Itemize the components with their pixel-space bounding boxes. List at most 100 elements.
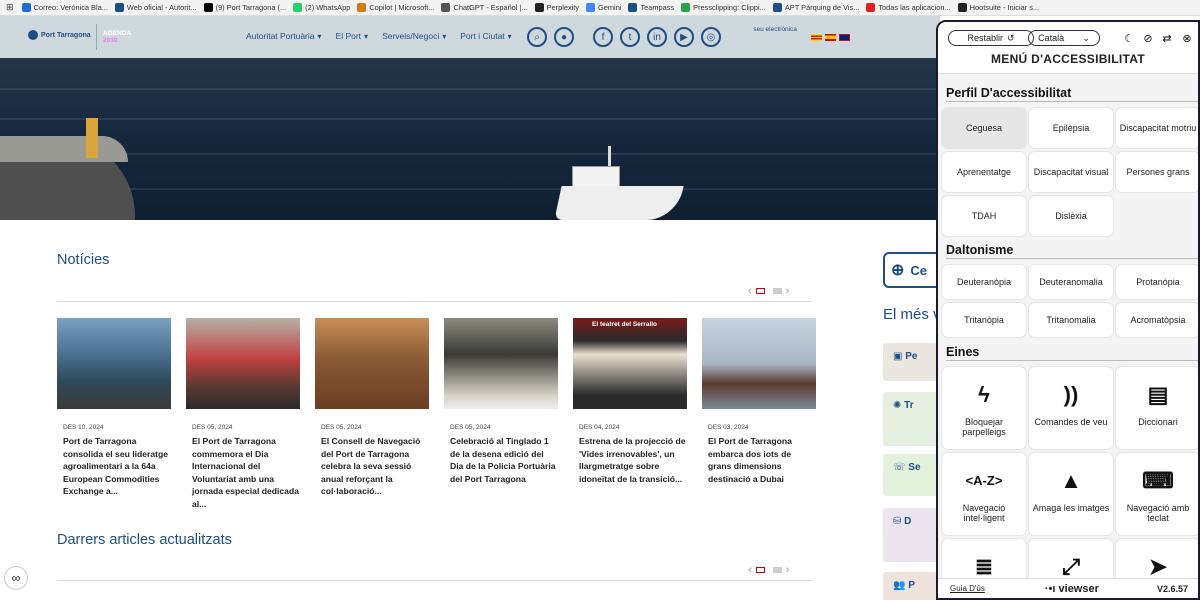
tool-bloquejar[interactable]: ϟ Bloquejar parpelleigs: [942, 367, 1026, 449]
next-arrow-icon[interactable]: ›: [786, 564, 790, 576]
bookmark-label: ChatGPT - Español |...: [453, 3, 528, 12]
news-image[interactable]: [702, 318, 816, 409]
bookmarks-bar: ⊞ Correo: Verónica Bla... Web oficial - A…: [0, 0, 1200, 16]
tool-diccionari[interactable]: ▤ Diccionari: [1116, 367, 1198, 449]
catalan-flag-icon[interactable]: [811, 34, 822, 41]
bookmark[interactable]: Web oficial - Autorit...: [114, 3, 197, 12]
profile-aprenentatge[interactable]: Aprenentatge: [942, 152, 1026, 192]
linkedin-icon[interactable]: in: [647, 27, 667, 47]
voice-icon: )): [1063, 382, 1079, 407]
nav-el-port[interactable]: El Port: [336, 31, 369, 41]
accessibility-toggle-icon[interactable]: ∞: [4, 566, 28, 590]
news-date: DES 05, 2024: [450, 424, 491, 431]
bookmark[interactable]: Todas las aplicacion...: [866, 3, 951, 12]
sidebar-item-se[interactable]: ☏ Se: [883, 454, 943, 496]
color-acromatopsia[interactable]: Acromatòpsia: [1116, 303, 1198, 337]
next-arrow-icon[interactable]: ›: [786, 285, 790, 297]
port-logo[interactable]: Port Tarragona: [28, 30, 91, 40]
el-mes-visitat-heading: El més v: [883, 306, 941, 323]
nav-port-ciutat[interactable]: Port i Ciutat: [460, 31, 511, 41]
bookmark[interactable]: APT Pàrquing de Vis...: [772, 3, 859, 12]
nav-autoritat[interactable]: Autoritat Portuària: [246, 31, 322, 41]
uk-flag-icon[interactable]: [839, 34, 850, 41]
panel-title: MENÚ D'ACCESSIBILITAT: [990, 52, 1146, 66]
agenda-2030-logo[interactable]: AGENDA 2030: [96, 24, 152, 50]
bookmark[interactable]: (2) WhatsApp: [293, 3, 350, 12]
bookmark[interactable]: (9) Port Tarragona (...: [203, 3, 286, 12]
bookmark-label: Teampass: [640, 3, 675, 12]
news-image[interactable]: [444, 318, 558, 409]
close-icon[interactable]: ⊗: [1180, 31, 1194, 45]
profile-dislexia[interactable]: Dislèxia: [1029, 196, 1113, 236]
news-title[interactable]: Estrena de la projecció de 'Vides irreno…: [579, 435, 687, 485]
color-protanopia[interactable]: Protanòpia: [1116, 265, 1198, 299]
profile-persones-grans[interactable]: Persones grans: [1116, 152, 1198, 192]
news-title[interactable]: El Port de Tarragona embarca dos iots de…: [708, 435, 816, 485]
twitter-icon[interactable]: t: [620, 27, 640, 47]
language-select[interactable]: Català ⌄: [1028, 30, 1100, 46]
news-title[interactable]: El Consell de Navegació del Port de Tarr…: [321, 435, 429, 498]
news-image[interactable]: El teatret del Serrallo: [573, 318, 687, 409]
sidebar-item-d[interactable]: ⛁ D: [883, 508, 943, 562]
sidebar-item-pe[interactable]: ▣ Pe: [883, 343, 943, 381]
pager-dot[interactable]: [772, 288, 782, 294]
sidebar-item-p[interactable]: 👥 P: [883, 572, 943, 600]
bookmark[interactable]: Hootsuite - Iniciar s...: [957, 3, 1039, 12]
eye-off-icon[interactable]: ⊘: [1141, 31, 1155, 45]
nav-serveis[interactable]: Serveis/Negoci: [382, 31, 446, 41]
swap-icon[interactable]: ⇄: [1160, 31, 1174, 45]
news-card[interactable]: DES 05, 2024 Celebració al Tinglado 1 de…: [444, 318, 558, 485]
tool-comandes-veu[interactable]: )) Comandes de veu: [1029, 367, 1113, 449]
news-title[interactable]: El Port de Tarragona commemora el Dia In…: [192, 435, 300, 511]
color-deuteranomalia[interactable]: Deuteranomalia: [1029, 265, 1113, 299]
news-title[interactable]: Port de Tarragona consolida el seu lider…: [63, 435, 171, 498]
prev-arrow-icon[interactable]: ‹: [748, 564, 752, 576]
news-image[interactable]: [57, 318, 171, 409]
news-image[interactable]: [315, 318, 429, 409]
pager-dot-active[interactable]: [755, 567, 765, 573]
color-tritanomalia[interactable]: Tritanomalia: [1029, 303, 1113, 337]
bookmark[interactable]: Correo: Verónica Bla...: [21, 3, 108, 12]
profile-ceguesa[interactable]: Ceguesa: [942, 108, 1026, 148]
spanish-flag-icon[interactable]: [825, 34, 836, 41]
profile-epilepsia[interactable]: Epilèpsia: [1029, 108, 1113, 148]
news-image[interactable]: [186, 318, 300, 409]
bookmark[interactable]: Gemini: [586, 3, 621, 12]
news-card[interactable]: El teatret del Serrallo DES 04, 2024 Est…: [573, 318, 687, 485]
prev-arrow-icon[interactable]: ‹: [748, 285, 752, 297]
instagram-icon[interactable]: ◎: [701, 27, 721, 47]
pager-dot[interactable]: [772, 567, 782, 573]
profile-visual[interactable]: Discapacitat visual: [1029, 152, 1113, 192]
bookmark[interactable]: Teampass: [628, 3, 674, 12]
tool-amaga-imatges[interactable]: ▲ Amaga les imatges: [1029, 453, 1113, 535]
a-z-icon: <A-Z>: [965, 473, 1003, 488]
news-card[interactable]: DES 10, 2024 Port de Tarragona consolida…: [57, 318, 171, 498]
color-tritanopia[interactable]: Tritanòpia: [942, 303, 1026, 337]
sidebar-item-tr[interactable]: ✺ Tr: [883, 392, 943, 446]
pager-dot-active[interactable]: [755, 288, 765, 294]
tool-navegacio-teclat[interactable]: ⌨ Navegació amb teclat: [1116, 453, 1198, 535]
news-card[interactable]: DES 05, 2024 El Consell de Navegació del…: [315, 318, 429, 498]
profile-motriu[interactable]: Discapacitat motriu: [1116, 108, 1198, 148]
color-deuteranopia[interactable]: Deuteranòpia: [942, 265, 1026, 299]
profile-tdah[interactable]: TDAH: [942, 196, 1026, 236]
reset-button[interactable]: Restablir ↺: [948, 30, 1034, 46]
facebook-icon[interactable]: f: [593, 27, 613, 47]
sede-electronica-link[interactable]: seu electrònica: [735, 23, 797, 51]
bookmark[interactable]: Perplexity: [534, 3, 579, 12]
bookmark[interactable]: Pressclipping: Clippi...: [681, 3, 766, 12]
youtube-icon[interactable]: ▶: [674, 27, 694, 47]
cercador-button[interactable]: ⊕ Ce: [883, 252, 943, 288]
bookmark-icon: [203, 3, 213, 12]
bookmark[interactable]: Copilot | Microsoft...: [357, 3, 434, 12]
bookmark[interactable]: ChatGPT - Español |...: [441, 3, 528, 12]
news-title[interactable]: Celebració al Tinglado 1 de la desena ed…: [450, 435, 558, 485]
tool-navegacio-intelligent[interactable]: <A-Z> Navegació intel·ligent: [942, 453, 1026, 535]
search-icon[interactable]: ⌕: [527, 27, 547, 47]
news-card[interactable]: DES 05, 2024 El Port de Tarragona commem…: [186, 318, 300, 511]
moon-icon[interactable]: ☾: [1122, 31, 1136, 45]
news-card[interactable]: DES 03, 2024 El Port de Tarragona embarc…: [702, 318, 816, 485]
apps-grid-icon[interactable]: ⊞: [6, 2, 14, 13]
guide-link[interactable]: Guia D'ús: [950, 584, 985, 593]
user-icon[interactable]: ●: [554, 27, 574, 47]
